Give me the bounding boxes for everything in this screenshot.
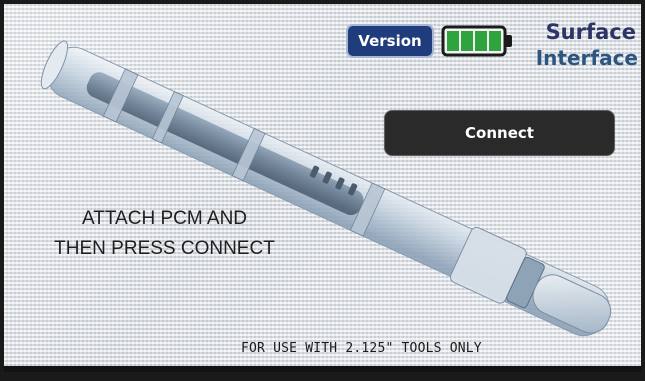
instruction-line: THEN PRESS CONNECT [54, 238, 275, 259]
screen-bottom-edge [4, 366, 641, 372]
device-screen: Version Surface Interface Connect ATTACH… [4, 4, 641, 372]
battery-cell [489, 31, 501, 51]
battery-cell [461, 31, 473, 51]
brand-subtitle: Interface [535, 46, 638, 70]
connect-button[interactable]: Connect [384, 110, 615, 156]
usage-note: FOR USE WITH 2.125" TOOLS ONLY [241, 341, 482, 356]
instruction-text: ATTACH PCM AND THEN PRESS CONNECT [22, 204, 307, 264]
battery-cell [475, 31, 487, 51]
battery-cell [447, 31, 459, 51]
version-button[interactable]: Version [346, 24, 434, 58]
instruction-line: ATTACH PCM AND [81, 208, 248, 229]
brand-title: Surface [545, 20, 636, 44]
